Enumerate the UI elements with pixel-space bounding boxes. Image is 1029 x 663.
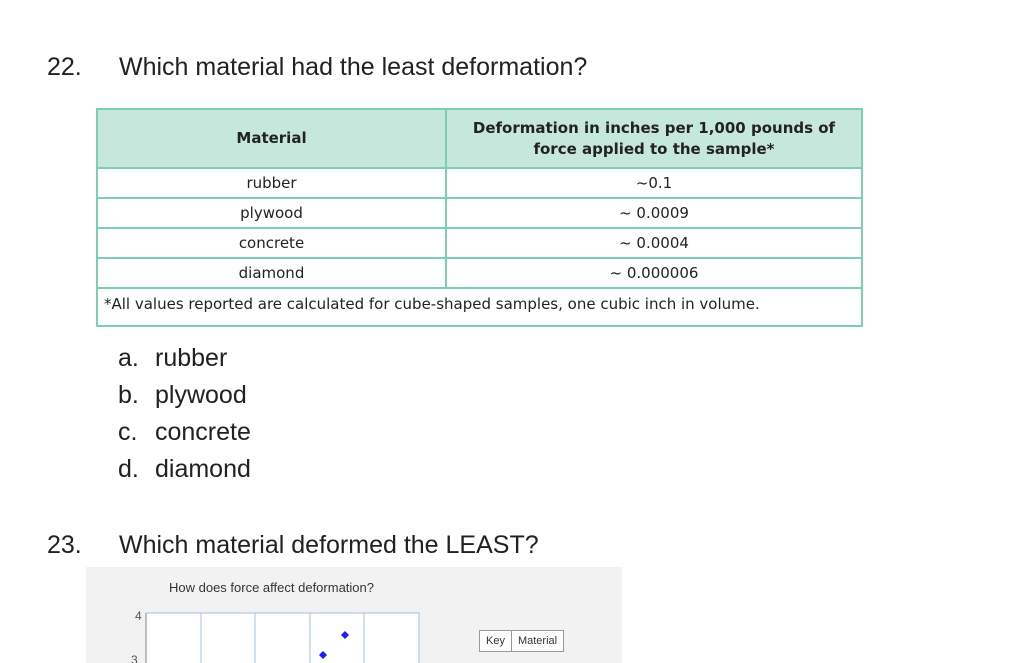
chart-title: How does force affect deformation? <box>169 580 374 595</box>
table-row: plywood ~ 0.0009 <box>96 197 863 229</box>
material-header: Material <box>510 630 565 652</box>
answer-options: a. rubber b. plywood c. concrete d. diamond <box>118 343 251 491</box>
answer-option-b[interactable]: b. plywood <box>118 380 251 417</box>
table-cell-material: concrete <box>96 227 447 259</box>
option-text: plywood <box>155 381 247 409</box>
table-footnote: *All values reported are calculated for … <box>104 295 760 313</box>
answer-option-a[interactable]: a. rubber <box>118 343 251 380</box>
question-text: Which material had the least deformation… <box>119 53 588 81</box>
table-cell-material: plywood <box>96 197 447 229</box>
table-row: diamond ~ 0.000006 <box>96 257 863 289</box>
table-cell-deformation: ~ 0.000006 <box>445 257 863 289</box>
table-header-material: Material <box>96 108 447 169</box>
option-text: rubber <box>155 344 228 372</box>
key-header: Key <box>479 630 512 652</box>
table-cell-deformation: ~ 0.0004 <box>445 227 863 259</box>
table-row: Key Material <box>479 630 565 652</box>
question-text: Which material deformed the LEAST? <box>119 531 539 559</box>
chart-key-table: Key Material <box>479 630 565 652</box>
table-cell-deformation: ~ 0.0009 <box>445 197 863 229</box>
y-tick-label: 3 <box>131 653 138 663</box>
y-tick-label: 4 <box>135 609 142 623</box>
table-row: concrete ~ 0.0004 <box>96 227 863 259</box>
deformation-table: Material Deformation in inches per 1,000… <box>96 108 863 327</box>
option-letter: a. <box>118 344 139 372</box>
force-deformation-chart: 4 3 How does force affect deformation? K… <box>86 567 622 663</box>
table-header-deformation: Deformation in inches per 1,000 pounds o… <box>445 108 863 169</box>
question-number: 22. <box>47 53 82 81</box>
answer-option-d[interactable]: d. diamond <box>118 454 251 491</box>
option-letter: c. <box>118 418 138 446</box>
option-letter: d. <box>118 455 139 483</box>
table-cell-deformation: ~0.1 <box>445 167 863 199</box>
table-row: rubber ~0.1 <box>96 167 863 199</box>
option-text: diamond <box>155 455 251 483</box>
option-text: concrete <box>155 418 251 446</box>
answer-option-c[interactable]: c. concrete <box>118 417 251 454</box>
option-letter: b. <box>118 381 139 409</box>
question-number: 23. <box>47 531 82 559</box>
table-cell-material: diamond <box>96 257 447 289</box>
table-header-row: Material Deformation in inches per 1,000… <box>96 108 863 169</box>
plot-background <box>145 612 420 663</box>
table-cell-material: rubber <box>96 167 447 199</box>
